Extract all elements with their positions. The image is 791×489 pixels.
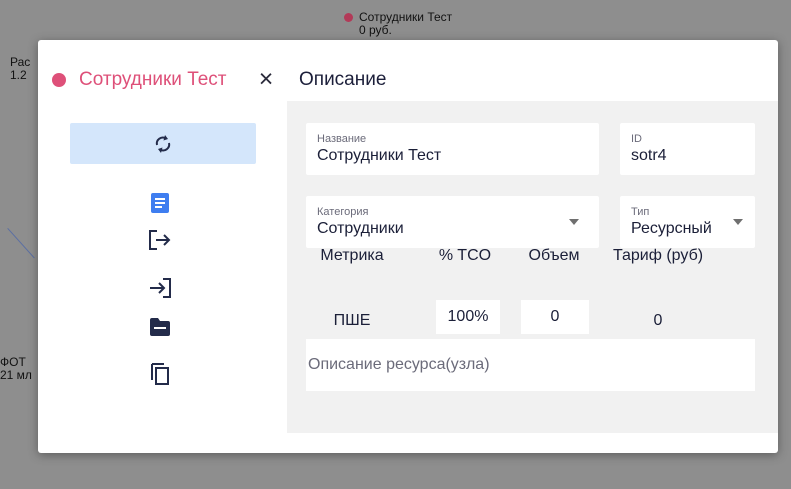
description-placeholder: Описание ресурса(узла)	[308, 356, 490, 373]
category-select-value: Сотрудники	[317, 220, 404, 237]
tariff-cell: 0	[653, 312, 663, 329]
metric-column-header: Метрика	[320, 247, 384, 264]
output-icon[interactable]	[147, 228, 173, 252]
volume-column-header: Объем	[528, 247, 580, 264]
type-select[interactable]: Тип Ресурсный	[620, 196, 755, 248]
id-field[interactable]: ID sotr4	[620, 123, 755, 175]
tco-column-header: % TCO	[438, 247, 492, 264]
tco-input[interactable]: 100%	[436, 300, 500, 334]
description-input[interactable]: Описание ресурса(узла)	[306, 339, 755, 391]
id-field-label: ID	[631, 133, 642, 145]
graph-node-title: Сотрудники Тест	[359, 10, 453, 24]
graph-node-value: 0 руб.	[359, 23, 392, 37]
document-icon[interactable]	[150, 192, 170, 214]
node-color-dot-icon	[52, 73, 66, 87]
name-field-label: Название	[317, 133, 367, 145]
node-name: Сотрудники Тест	[79, 69, 227, 90]
name-field[interactable]: Название Сотрудники Тест	[306, 123, 599, 175]
graph-node-value: 1.2	[10, 68, 27, 82]
graph-edge	[7, 228, 35, 259]
section-title: Описание	[299, 69, 387, 90]
sync-icon	[155, 134, 171, 153]
node-title: Сотрудники Тест	[52, 68, 227, 92]
input-icon[interactable]	[147, 276, 173, 300]
tariff-column-header: Тариф (руб)	[612, 247, 704, 264]
type-select-value: Ресурсный	[631, 220, 712, 237]
type-select-label: Тип	[631, 206, 650, 218]
graph-node-left-top[interactable]: Рас 1.2	[10, 56, 38, 82]
chevron-down-icon	[569, 219, 579, 225]
chevron-down-icon	[733, 219, 743, 225]
volume-input[interactable]: 0	[521, 300, 589, 334]
node-dot-icon	[344, 13, 353, 23]
sync-button[interactable]	[70, 123, 256, 164]
copy-icon[interactable]	[149, 362, 171, 386]
graph-node-left-bottom[interactable]: ФОТ 21 мл	[0, 356, 38, 382]
category-select-label: Категория	[317, 206, 369, 218]
folder-icon[interactable]	[149, 316, 171, 338]
graph-node-value: 21 мл	[0, 368, 32, 382]
graph-node-top[interactable]: Сотрудники Тест 0 руб.	[344, 11, 452, 37]
metric-cell: ПШЕ	[333, 312, 371, 329]
name-field-value: Сотрудники Тест	[317, 147, 442, 164]
id-field-value: sotr4	[631, 147, 667, 164]
category-select[interactable]: Категория Сотрудники	[306, 196, 599, 248]
close-button[interactable]: ×	[255, 67, 277, 93]
description-panel: Название Сотрудники Тест ID sotr4 Катего…	[287, 101, 778, 433]
node-edit-modal: Сотрудники Тест × Описание Название Сотр…	[38, 40, 778, 453]
